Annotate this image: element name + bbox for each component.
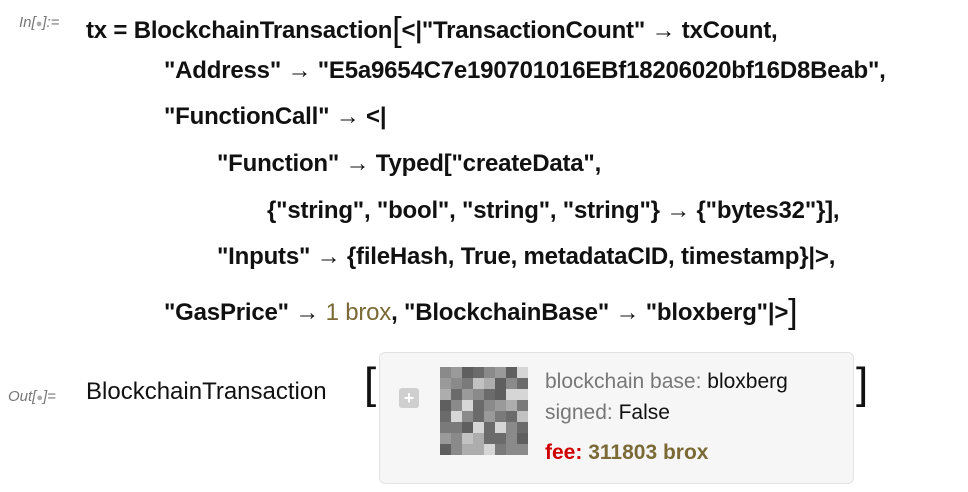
icon-cell <box>517 389 528 400</box>
icon-cell <box>451 411 462 422</box>
icon-cell <box>462 444 473 455</box>
icon-cell <box>495 378 506 389</box>
icon-cell <box>495 422 506 433</box>
icon-cell <box>495 411 506 422</box>
icon-cell <box>517 367 528 378</box>
icon-cell <box>484 444 495 455</box>
icon-cell <box>451 444 462 455</box>
input-label: In[●]:= <box>19 14 60 31</box>
input-line-7[interactable]: "GasPrice" → 1 brox, "BlockchainBase" → … <box>164 290 798 331</box>
icon-cell <box>517 378 528 389</box>
icon-cell <box>484 389 495 400</box>
icon-cell <box>506 378 517 389</box>
icon-cell <box>451 367 462 378</box>
input-line-5[interactable]: {"string", "bool", "string", "string"} →… <box>267 197 840 225</box>
icon-cell <box>462 433 473 444</box>
icon-cell <box>506 411 517 422</box>
output-label: Out[●]= <box>8 388 56 405</box>
icon-cell <box>473 378 484 389</box>
icon-cell <box>440 422 451 433</box>
output-head: BlockchainTransaction <box>86 378 327 405</box>
icon-cell <box>517 422 528 433</box>
icon-cell <box>462 422 473 433</box>
icon-cell <box>506 422 517 433</box>
summary-fee: fee: 311803 brox <box>545 441 709 464</box>
icon-cell <box>462 378 473 389</box>
icon-cell <box>495 400 506 411</box>
input-line-3[interactable]: "FunctionCall" → <| <box>164 103 387 131</box>
input-line-2[interactable]: "Address" → "E5a9654C7e190701016EBf18206… <box>164 57 886 85</box>
icon-cell <box>484 400 495 411</box>
icon-cell <box>473 400 484 411</box>
gas-price-value: 1 <box>325 299 339 326</box>
icon-cell <box>462 400 473 411</box>
summary-signed: signed: False <box>545 401 670 424</box>
icon-cell <box>440 433 451 444</box>
output-close-bracket: ] <box>856 359 869 408</box>
icon-cell <box>473 433 484 444</box>
icon-cell <box>517 433 528 444</box>
gas-price-unit: brox <box>345 299 392 326</box>
icon-cell <box>484 378 495 389</box>
icon-cell <box>473 422 484 433</box>
summary-base: blockchain base: bloxberg <box>545 370 788 393</box>
icon-cell <box>517 411 528 422</box>
icon-cell <box>462 411 473 422</box>
icon-cell <box>473 444 484 455</box>
icon-cell <box>517 444 528 455</box>
icon-cell <box>473 367 484 378</box>
icon-cell <box>451 378 462 389</box>
icon-cell <box>440 367 451 378</box>
summary-box[interactable]: + blockchain base: bloxberg signed: Fals… <box>379 352 854 484</box>
icon-cell <box>495 444 506 455</box>
icon-cell <box>462 389 473 400</box>
icon-cell <box>506 400 517 411</box>
icon-cell <box>462 367 473 378</box>
input-line-4[interactable]: "Function" → Typed["createData", <box>217 150 601 178</box>
close-bracket: ] <box>788 293 798 331</box>
icon-cell <box>495 433 506 444</box>
expand-button[interactable]: + <box>399 388 419 408</box>
blockchain-transaction-icon <box>440 367 528 455</box>
icon-cell <box>484 422 495 433</box>
open-bracket: [ <box>392 11 402 49</box>
icon-cell <box>440 389 451 400</box>
icon-cell <box>506 389 517 400</box>
input-line-6[interactable]: "Inputs" → {fileHash, True, metadataCID,… <box>217 243 835 271</box>
icon-cell <box>495 367 506 378</box>
output-open-bracket: [ <box>364 359 377 408</box>
icon-cell <box>506 367 517 378</box>
icon-cell <box>440 378 451 389</box>
icon-cell <box>495 389 506 400</box>
icon-cell <box>440 444 451 455</box>
icon-cell <box>506 433 517 444</box>
icon-cell <box>451 400 462 411</box>
icon-cell <box>473 411 484 422</box>
icon-cell <box>484 367 495 378</box>
icon-cell <box>440 400 451 411</box>
icon-cell <box>473 389 484 400</box>
icon-cell <box>451 433 462 444</box>
input-line-1[interactable]: tx = BlockchainTransaction[<|"Transactio… <box>86 8 778 49</box>
icon-cell <box>440 411 451 422</box>
icon-cell <box>484 411 495 422</box>
icon-cell <box>484 433 495 444</box>
icon-cell <box>517 400 528 411</box>
icon-cell <box>451 389 462 400</box>
icon-cell <box>451 422 462 433</box>
icon-cell <box>506 444 517 455</box>
